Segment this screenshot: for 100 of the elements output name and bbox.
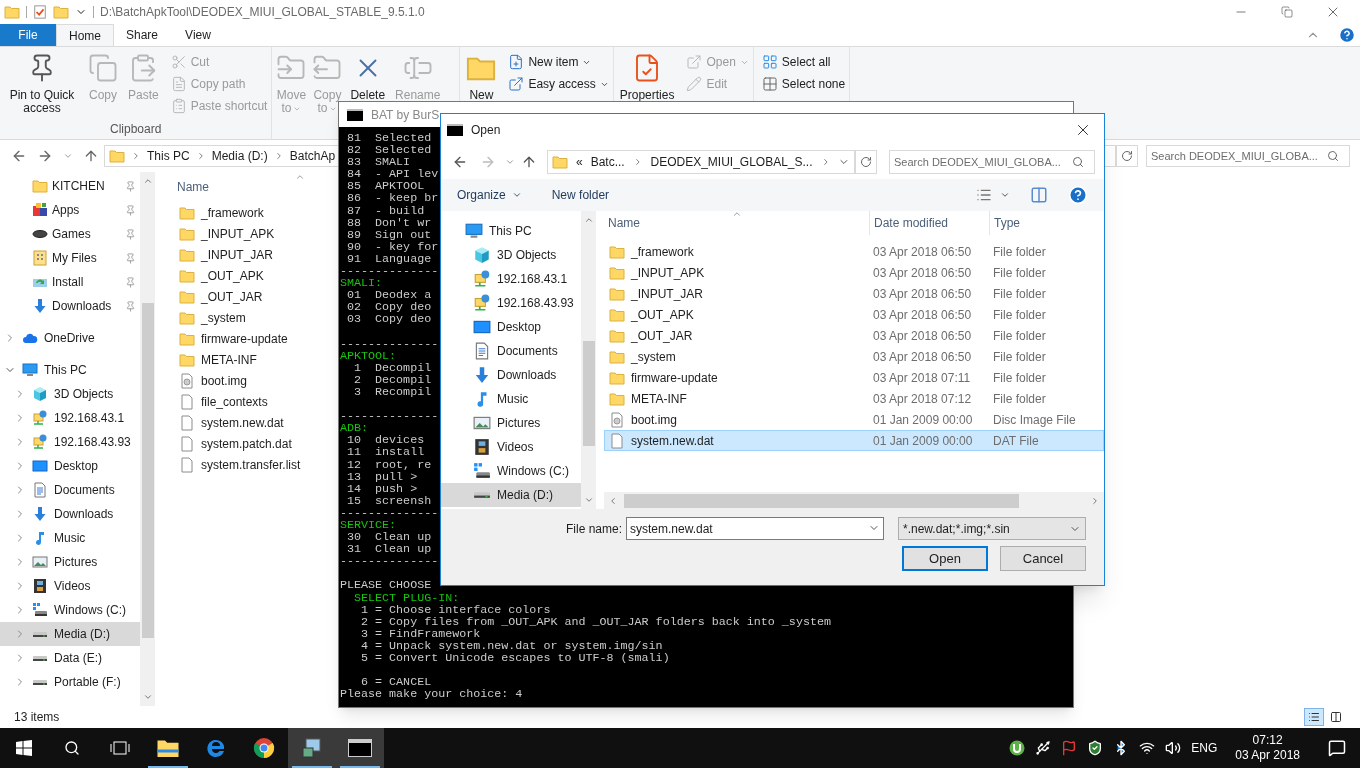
ribbon-button[interactable]: New item xyxy=(508,53,609,71)
usb-icon[interactable] xyxy=(1035,740,1052,756)
column-header[interactable]: Type xyxy=(989,211,1104,235)
file-row[interactable]: system.new.dat 01 Jan 2009 00:00 DAT File xyxy=(604,430,1104,451)
dialog-button[interactable]: Cancel xyxy=(1000,546,1086,571)
nav-item[interactable]: Data (E:) xyxy=(0,646,140,670)
file-item[interactable]: system.new.dat xyxy=(177,412,284,433)
nav-item[interactable]: Music xyxy=(441,387,581,411)
preview-pane-icon[interactable] xyxy=(1030,186,1048,204)
up-button[interactable] xyxy=(83,148,99,164)
column-header[interactable]: Name xyxy=(177,178,209,196)
nav-item[interactable]: Desktop xyxy=(0,454,140,478)
nav-item[interactable]: 192.168.43.1 xyxy=(0,406,140,430)
ribbon-tab[interactable]: Share xyxy=(114,24,170,46)
nav-item[interactable]: This PC xyxy=(0,358,140,382)
nav-item[interactable]: OneDrive xyxy=(0,326,140,350)
file-row[interactable]: _INPUT_JAR 03 Apr 2018 06:50 File folder xyxy=(604,283,1104,304)
ribbon-button[interactable]: Easy access xyxy=(508,75,609,93)
taskbar-app-button[interactable] xyxy=(288,728,336,768)
ribbon-button[interactable]: Properties xyxy=(617,53,677,102)
nav-item[interactable]: Downloads xyxy=(0,294,140,318)
file-item[interactable]: boot.img xyxy=(177,370,248,391)
volume-icon[interactable] xyxy=(1165,740,1182,756)
file-item[interactable]: _INPUT_APK xyxy=(177,223,275,244)
nav-item[interactable]: KITCHEN xyxy=(0,174,140,198)
refresh-button[interactable] xyxy=(855,150,877,174)
overflow-mark[interactable]: « xyxy=(576,153,583,171)
ribbon-button[interactable]: Select none xyxy=(761,75,846,93)
help-icon[interactable] xyxy=(1068,185,1088,205)
search-field[interactable]: Search DEODEX_MIUI_GLOBA... xyxy=(889,150,1095,174)
file-row[interactable]: _OUT_JAR 03 Apr 2018 06:50 File folder xyxy=(604,325,1104,346)
file-type-select[interactable]: *.new.dat;*.img;*.sin xyxy=(898,517,1086,540)
file-item[interactable]: META-INF xyxy=(177,349,257,370)
file-row[interactable]: _system 03 Apr 2018 06:50 File folder xyxy=(604,346,1104,367)
scroll-up-icon[interactable] xyxy=(583,215,594,225)
nav-item[interactable]: Downloads xyxy=(0,502,140,526)
recent-locations-icon[interactable] xyxy=(63,151,73,161)
back-button[interactable] xyxy=(11,148,27,164)
scroll-down-icon[interactable] xyxy=(142,692,153,702)
ribbon-button[interactable]: Select all xyxy=(761,53,846,71)
nav-item[interactable]: 3D Objects xyxy=(441,243,581,267)
scroll-down-icon[interactable] xyxy=(583,495,594,505)
nav-item[interactable]: Videos xyxy=(0,574,140,598)
breadcrumb-item[interactable]: BatchAp xyxy=(289,147,336,165)
wifi-icon[interactable] xyxy=(1139,740,1156,756)
file-item[interactable]: firmware-update xyxy=(177,328,288,349)
file-item[interactable]: _framework xyxy=(177,202,264,223)
nav-item[interactable]: Desktop xyxy=(441,315,581,339)
file-row[interactable]: _framework 03 Apr 2018 06:50 File folder xyxy=(604,241,1104,262)
file-menu-tab[interactable]: File xyxy=(0,24,56,46)
ribbon-button[interactable]: Delete xyxy=(348,53,388,102)
file-item[interactable]: system.patch.dat xyxy=(177,433,292,454)
back-button[interactable] xyxy=(452,154,468,170)
column-header[interactable]: Name xyxy=(604,211,869,235)
nav-item[interactable]: 192.168.43.93 xyxy=(441,291,581,315)
scrollbar[interactable] xyxy=(581,211,596,509)
file-item[interactable]: _OUT_APK xyxy=(177,265,264,286)
nav-item[interactable]: 3D Objects xyxy=(0,382,140,406)
scrollbar[interactable] xyxy=(140,172,155,706)
nav-item[interactable]: Downloads xyxy=(441,363,581,387)
nav-item[interactable]: Media (D:) xyxy=(441,483,581,507)
scroll-left-icon[interactable] xyxy=(608,495,618,506)
toolbar-button[interactable]: Organize xyxy=(457,186,522,204)
refresh-button[interactable] xyxy=(1116,145,1138,167)
file-row[interactable]: _OUT_APK 03 Apr 2018 06:50 File folder xyxy=(604,304,1104,325)
details-view-button[interactable] xyxy=(1304,708,1324,726)
file-item[interactable]: _OUT_JAR xyxy=(177,286,263,307)
scroll-up-icon[interactable] xyxy=(142,176,153,186)
help-icon[interactable] xyxy=(1338,26,1356,44)
file-row[interactable]: META-INF 03 Apr 2018 07:12 File folder xyxy=(604,388,1104,409)
nav-item[interactable]: Music xyxy=(0,526,140,550)
nav-item[interactable]: This PC xyxy=(441,219,581,243)
horizontal-scrollbar[interactable] xyxy=(604,492,1104,509)
taskbar-app-button[interactable] xyxy=(336,728,384,768)
nav-item[interactable]: Media (D:) xyxy=(0,622,140,646)
clock[interactable]: 07:12 03 Apr 2018 xyxy=(1227,733,1308,763)
notifications-icon[interactable] xyxy=(1328,739,1346,757)
file-row[interactable]: firmware-update 03 Apr 2018 07:11 File folder xyxy=(604,367,1104,388)
breadcrumb-item[interactable]: This PC xyxy=(147,147,190,165)
properties-check-icon[interactable] xyxy=(33,5,47,19)
nav-item[interactable]: 192.168.43.93 xyxy=(0,430,140,454)
file-row[interactable]: _INPUT_APK 03 Apr 2018 06:50 File folder xyxy=(604,262,1104,283)
nav-item[interactable]: My Files xyxy=(0,246,140,270)
nav-item[interactable]: Portable (F:) xyxy=(0,670,140,694)
breadcrumb-item[interactable]: DEODEX_MIUI_GLOBAL_S... xyxy=(650,153,813,171)
view-options-button[interactable] xyxy=(976,187,1010,203)
nav-item[interactable]: Documents xyxy=(0,478,140,502)
recent-locations-icon[interactable] xyxy=(505,157,515,167)
scroll-right-icon[interactable] xyxy=(1090,495,1100,506)
torrent-icon[interactable] xyxy=(1009,740,1026,756)
nav-item[interactable]: Install xyxy=(0,270,140,294)
shield-icon[interactable] xyxy=(1087,740,1104,756)
file-name-field[interactable]: system.new.dat xyxy=(626,517,884,540)
nav-item[interactable]: Games xyxy=(0,222,140,246)
language-indicator[interactable]: ENG xyxy=(1191,739,1218,757)
file-row[interactable]: boot.img 01 Jan 2009 00:00 Disc Image File xyxy=(604,409,1104,430)
column-header[interactable]: Date modified xyxy=(869,211,989,235)
forward-button[interactable] xyxy=(37,148,53,164)
nav-item[interactable]: Pictures xyxy=(441,411,581,435)
ribbon-tab[interactable]: View xyxy=(170,24,226,46)
